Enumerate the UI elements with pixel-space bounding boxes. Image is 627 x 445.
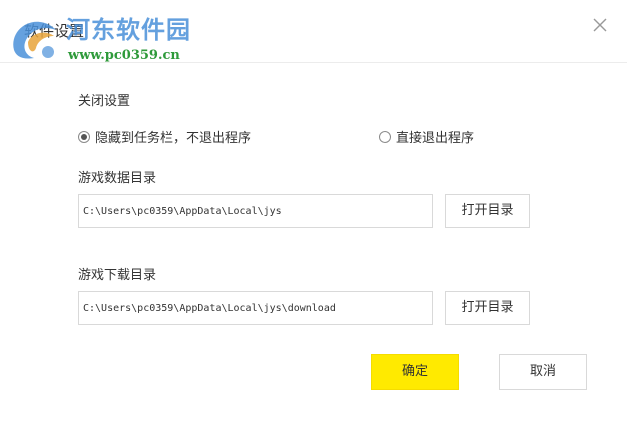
game-data-dir-input[interactable] bbox=[78, 194, 433, 228]
game-data-dir-label: 游戏数据目录 bbox=[78, 171, 157, 186]
watermark: 河东软件园 www.pc0359.cn bbox=[6, 8, 216, 68]
close-icon[interactable] bbox=[591, 16, 609, 34]
settings-dialog: 软件设置 河东软件园 www.pc0359.cn 关闭设置 隐藏到任务栏，不退出… bbox=[0, 0, 627, 445]
title-bar: 软件设置 河东软件园 www.pc0359.cn bbox=[0, 0, 627, 63]
close-settings-label: 关闭设置 bbox=[78, 94, 131, 109]
game-download-dir-label: 游戏下载目录 bbox=[78, 268, 157, 283]
open-game-download-dir-button[interactable]: 打开目录 bbox=[445, 291, 530, 325]
radio-unchecked-icon[interactable] bbox=[379, 130, 391, 143]
watermark-url: www.pc0359.cn bbox=[68, 48, 180, 63]
radio-checked-icon[interactable] bbox=[78, 130, 90, 143]
cancel-button[interactable]: 取消 bbox=[499, 354, 587, 390]
radio-minimize-label: 隐藏到任务栏，不退出程序 bbox=[95, 131, 252, 146]
radio-exit-label: 直接退出程序 bbox=[396, 131, 475, 146]
radio-minimize-to-tray[interactable]: 隐藏到任务栏，不退出程序 bbox=[78, 127, 251, 146]
watermark-name: 河东软件园 bbox=[66, 15, 191, 44]
ok-button[interactable]: 确定 bbox=[371, 354, 459, 390]
radio-exit-directly[interactable]: 直接退出程序 bbox=[379, 127, 474, 146]
watermark-logo-icon bbox=[13, 21, 56, 59]
open-game-data-dir-button[interactable]: 打开目录 bbox=[445, 194, 530, 228]
game-download-dir-input[interactable] bbox=[78, 291, 433, 325]
